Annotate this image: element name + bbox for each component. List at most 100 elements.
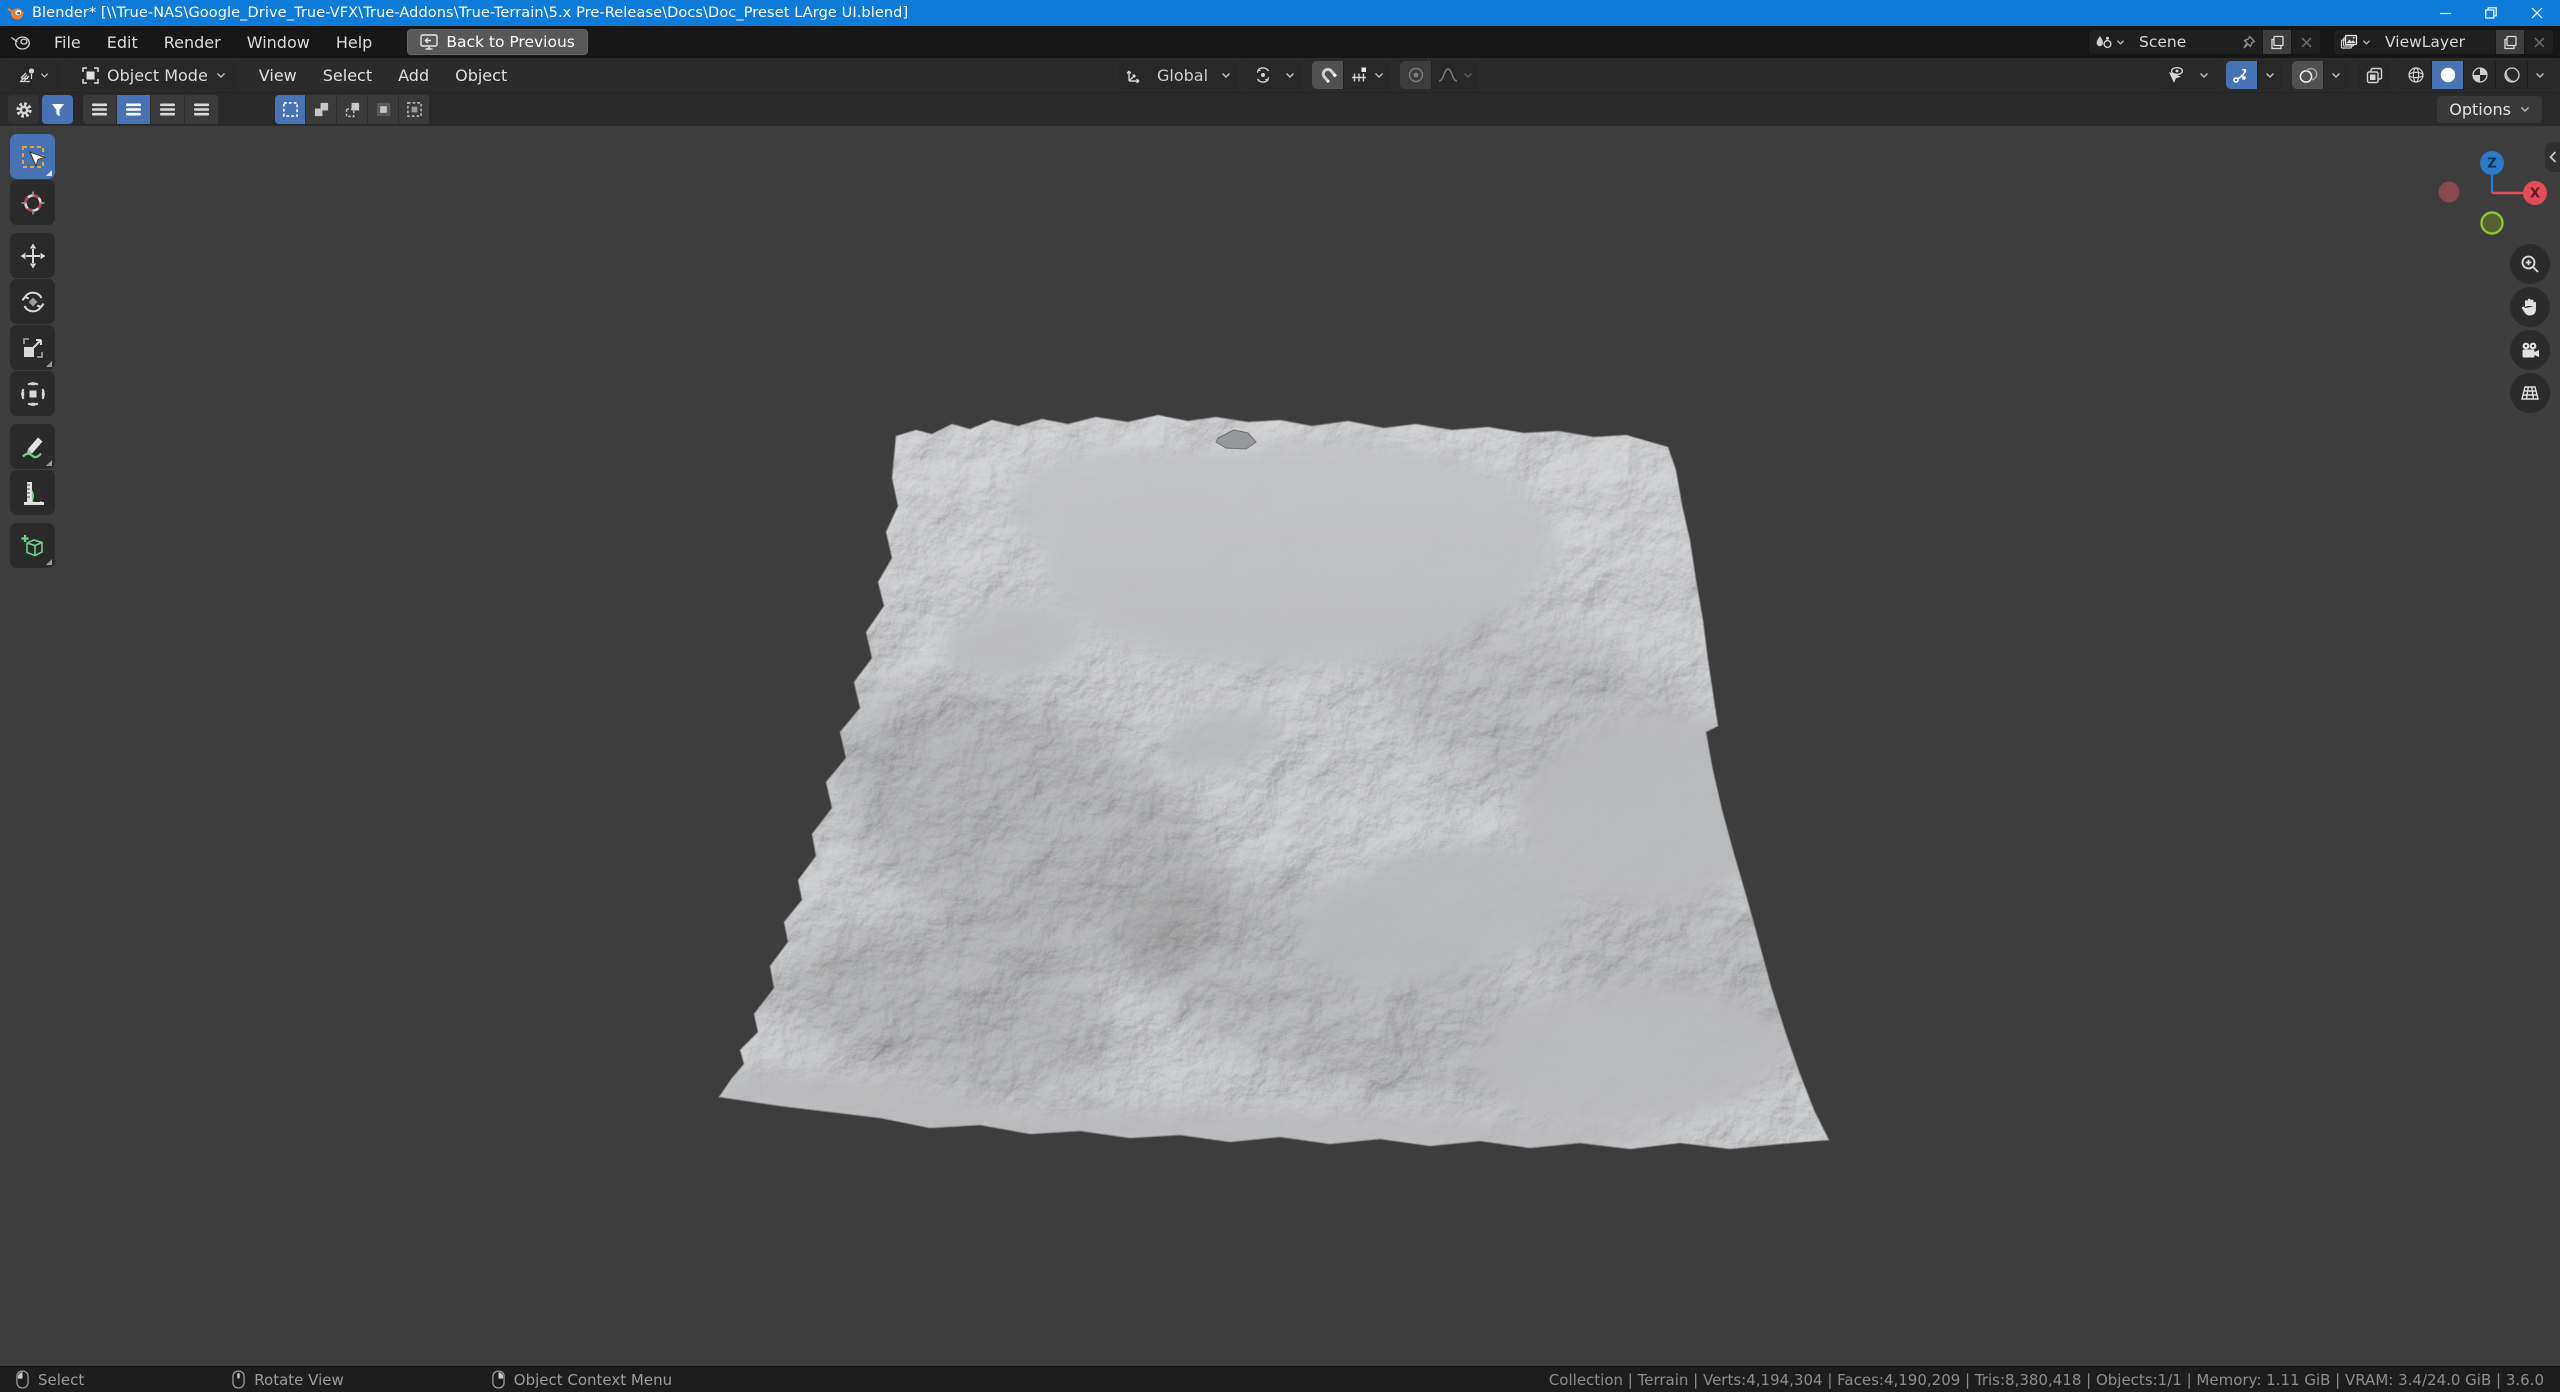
snap-target-dropdown[interactable]	[1344, 61, 1390, 89]
toolbar-transform[interactable]	[10, 371, 55, 416]
x-axis-negative-ball[interactable]	[2439, 182, 2460, 203]
filter-toggle-button[interactable]	[42, 95, 73, 124]
proportional-falloff-dropdown[interactable]	[1432, 61, 1478, 89]
camera-view-button[interactable]	[2510, 330, 2550, 370]
list-display-option-1[interactable]	[83, 95, 117, 124]
tool-settings-gear-button[interactable]	[8, 95, 39, 124]
terrain-mesh[interactable]	[700, 410, 1840, 1160]
zoom-button[interactable]	[2510, 244, 2550, 284]
scene-selector: Scene	[2088, 29, 2321, 55]
toolbar-cursor[interactable]	[10, 180, 55, 225]
snap-toggle[interactable]	[1312, 61, 1344, 89]
shading-solid-button[interactable]	[2432, 61, 2464, 89]
viewlayer-remove-button[interactable]	[2525, 30, 2553, 54]
show-overlays-toggle[interactable]	[2292, 61, 2324, 89]
blender-menu-logo-icon[interactable]	[10, 34, 31, 51]
measure-icon	[20, 480, 46, 506]
xray-icon	[2365, 66, 2384, 84]
back-to-previous-label: Back to Previous	[446, 33, 575, 51]
close-button[interactable]	[2514, 0, 2560, 26]
toolbar-select-box[interactable]	[10, 134, 55, 179]
select-extend-icon	[313, 101, 330, 118]
chevron-down-icon	[1463, 72, 1473, 79]
perspective-toggle-button[interactable]	[2510, 373, 2550, 413]
restore-button[interactable]	[2468, 0, 2514, 26]
3d-cursor-icon	[20, 190, 46, 216]
tool-settings-bar: Options	[0, 92, 2560, 126]
scene-unlink-button[interactable]	[2292, 30, 2320, 54]
menu-render[interactable]: Render	[151, 30, 234, 55]
selection-mode-group	[275, 95, 430, 124]
chevron-down-icon	[1374, 72, 1384, 79]
select-mode-set[interactable]	[275, 95, 306, 124]
menu-file[interactable]: File	[41, 30, 94, 55]
menu-object[interactable]: Object	[442, 62, 520, 89]
hint-select: Select	[16, 1370, 84, 1389]
show-object-types-button[interactable]	[2160, 61, 2192, 89]
back-to-previous-button[interactable]: Back to Previous	[407, 29, 588, 55]
select-mode-subtract[interactable]	[337, 95, 368, 124]
editor-3d-viewport-icon	[19, 67, 38, 84]
viewlayer-new-button[interactable]	[2495, 30, 2525, 54]
viewlayer-browse-button[interactable]	[2334, 30, 2377, 54]
menu-select[interactable]: Select	[310, 62, 385, 89]
gear-icon	[15, 101, 33, 119]
scene-pin-button[interactable]	[2235, 30, 2262, 54]
sidebar-toggle-tab[interactable]	[2545, 142, 2560, 172]
pan-button[interactable]	[2510, 287, 2550, 327]
list-display-option-4[interactable]	[185, 95, 219, 124]
select-mode-intersect[interactable]	[399, 95, 430, 124]
menu-view[interactable]: View	[246, 62, 310, 89]
titlebar: Blender* [\\True-NAS\Google_Drive_True-V…	[0, 0, 2560, 26]
scene-name[interactable]: Scene	[2131, 33, 2235, 51]
toolbar-move[interactable]	[10, 233, 55, 278]
viewlayer-name[interactable]: ViewLayer	[2377, 33, 2495, 51]
menu-window[interactable]: Window	[234, 30, 323, 55]
x-icon	[2301, 37, 2312, 48]
toolbar-scale[interactable]	[10, 325, 55, 370]
camera-icon	[2519, 340, 2541, 360]
hint-select-label: Select	[38, 1371, 84, 1389]
screen-back-icon	[420, 34, 438, 50]
toolbar-rotate[interactable]	[10, 279, 55, 324]
toolbar-measure[interactable]	[10, 470, 55, 515]
shading-mode-group	[2400, 61, 2552, 89]
window-title: Blender* [\\True-NAS\Google_Drive_True-V…	[32, 5, 908, 21]
orientation-axes-icon	[1126, 67, 1143, 84]
editor-type-selector[interactable]	[8, 61, 60, 89]
scene-browse-button[interactable]	[2089, 30, 2131, 54]
chevron-down-icon	[2199, 72, 2209, 79]
menu-help[interactable]: Help	[323, 30, 385, 55]
chevron-down-icon	[1221, 72, 1231, 79]
left-mouse-icon	[16, 1370, 29, 1389]
menu-edit[interactable]: Edit	[94, 30, 151, 55]
list-display-option-3[interactable]	[151, 95, 185, 124]
3d-viewport[interactable]: Z X	[0, 126, 2560, 1366]
scene-new-button[interactable]	[2262, 30, 2292, 54]
minimize-button[interactable]	[2422, 0, 2468, 26]
shading-wireframe-button[interactable]	[2400, 61, 2432, 89]
funnel-icon	[50, 102, 66, 118]
shading-material-button[interactable]	[2464, 61, 2496, 89]
select-mode-extend[interactable]	[306, 95, 337, 124]
navigation-gizmo[interactable]: Z X	[2436, 138, 2552, 250]
y-axis-ball[interactable]	[2482, 213, 2503, 234]
options-label: Options	[2449, 100, 2511, 119]
options-dropdown[interactable]: Options	[2437, 96, 2542, 123]
select-subtract-icon	[344, 101, 361, 118]
menu-add[interactable]: Add	[385, 62, 442, 89]
toolbar-add-cube[interactable]	[10, 523, 55, 568]
pivot-point-dropdown[interactable]	[1248, 61, 1302, 89]
shading-rendered-button[interactable]	[2496, 61, 2528, 89]
xray-toggle[interactable]	[2358, 61, 2390, 89]
scale-icon	[20, 335, 46, 361]
transform-orientation-dropdown[interactable]: Global	[1119, 61, 1238, 89]
show-gizmos-toggle[interactable]	[2226, 61, 2258, 89]
mode-selector[interactable]: Object Mode	[72, 61, 236, 89]
list-display-option-2[interactable]	[117, 95, 151, 124]
proportional-edit-toggle[interactable]	[1400, 61, 1432, 89]
orientation-label: Global	[1149, 61, 1214, 89]
toolbar-annotate[interactable]	[10, 424, 55, 469]
select-mode-invert[interactable]	[368, 95, 399, 124]
viewport-nav-buttons	[2510, 244, 2550, 413]
